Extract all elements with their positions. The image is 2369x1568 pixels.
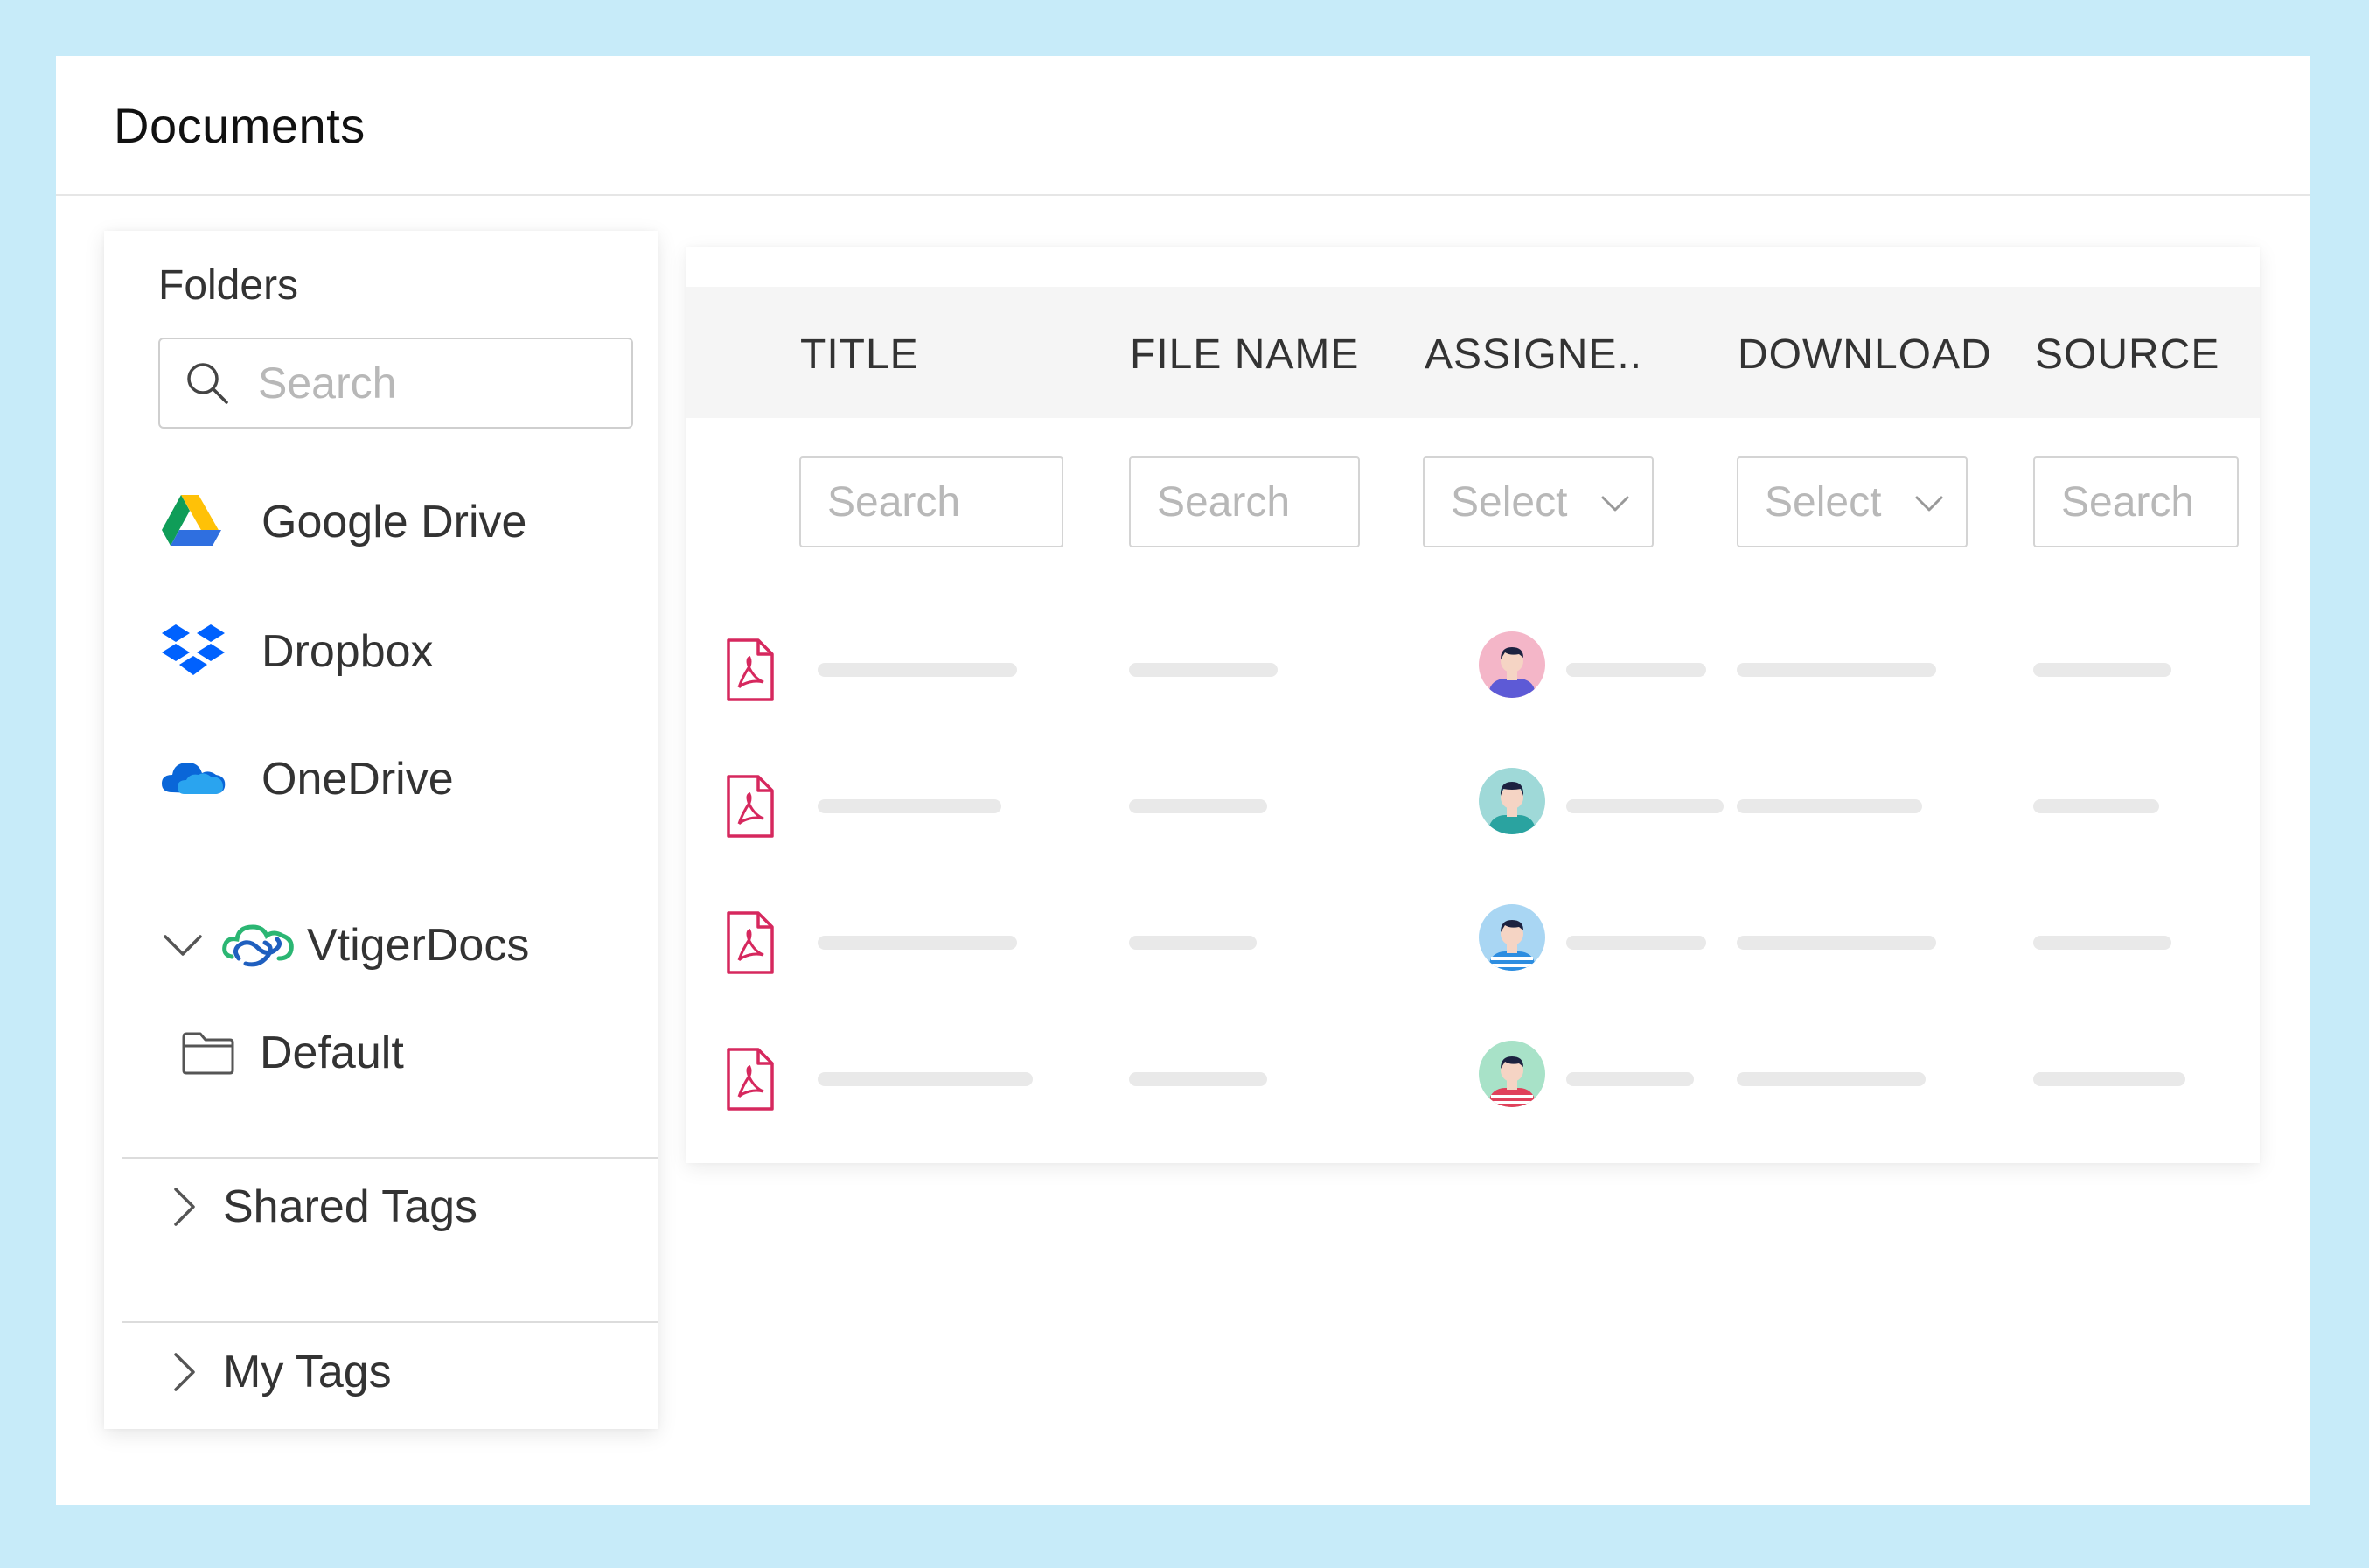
table-row[interactable] xyxy=(686,756,2260,861)
download-placeholder xyxy=(1737,936,1936,950)
pdf-icon xyxy=(727,638,774,701)
title-placeholder xyxy=(818,1072,1033,1086)
pdf-icon xyxy=(727,775,774,838)
download-placeholder xyxy=(1737,799,1922,813)
page-header: Documents xyxy=(56,56,2310,196)
documents-window: Documents Folders Google Drive xyxy=(56,56,2310,1505)
onedrive-icon xyxy=(162,763,226,794)
column-header-title[interactable]: TITLE xyxy=(800,331,919,379)
vtigerdocs-icon xyxy=(222,924,294,967)
sidebar-item-onedrive[interactable]: OneDrive xyxy=(158,749,454,810)
source-placeholder xyxy=(2033,799,2159,813)
download-filter-value: Select xyxy=(1765,478,1882,526)
sidebar-item-vtigerdocs[interactable]: VtigerDocs xyxy=(158,915,529,976)
sidebar-item-label: OneDrive xyxy=(261,754,454,805)
avatar-image xyxy=(1479,1041,1545,1107)
chevron-right-icon xyxy=(174,1188,195,1226)
title-placeholder xyxy=(818,936,1017,950)
sidebar-item-label: Dropbox xyxy=(261,626,434,677)
sidebar-item-my-tags[interactable]: My Tags xyxy=(165,1346,392,1398)
chevron-down-icon xyxy=(1601,496,1629,512)
sidebar-item-label: VtigerDocs xyxy=(307,920,530,971)
column-header-file-name[interactable]: FILE NAME xyxy=(1130,331,1359,379)
assignee-filter-value: Select xyxy=(1451,478,1568,526)
sidebar-item-google-drive[interactable]: Google Drive xyxy=(158,491,526,553)
dropbox-icon xyxy=(162,624,225,675)
source-placeholder xyxy=(2033,1072,2185,1086)
pdf-icon xyxy=(727,911,774,974)
chevron-down-icon xyxy=(1915,496,1943,512)
source-filter-input[interactable]: Search xyxy=(2033,456,2239,547)
assignee-avatar xyxy=(1479,631,1545,698)
folders-sidebar: Folders Google Drive xyxy=(104,231,658,1429)
folder-item-default[interactable]: Default xyxy=(181,1027,404,1079)
assignee-placeholder xyxy=(1566,936,1706,950)
folder-label: Default xyxy=(260,1028,404,1078)
pdf-icon xyxy=(727,1048,774,1111)
file-name-placeholder xyxy=(1129,936,1257,950)
folder-search-input[interactable] xyxy=(258,358,608,408)
avatar-image xyxy=(1479,631,1545,698)
search-icon xyxy=(187,363,228,404)
assignee-avatar xyxy=(1479,768,1545,834)
folders-heading: Folders xyxy=(158,262,299,309)
page-title: Documents xyxy=(114,97,366,153)
download-filter-select[interactable]: Select xyxy=(1737,456,1968,547)
assignee-avatar xyxy=(1479,1041,1545,1107)
divider xyxy=(122,1157,658,1159)
assignee-placeholder xyxy=(1566,1072,1694,1086)
download-placeholder xyxy=(1737,1072,1926,1086)
divider xyxy=(122,1321,658,1323)
folder-icon xyxy=(182,1032,234,1075)
column-header-source[interactable]: SOURCE xyxy=(2035,331,2219,379)
assignee-placeholder xyxy=(1566,663,1706,677)
file-name-placeholder xyxy=(1129,799,1267,813)
chevron-right-icon xyxy=(174,1353,195,1391)
chevron-down-icon[interactable] xyxy=(158,921,207,970)
title-placeholder xyxy=(818,799,1001,813)
source-placeholder xyxy=(2033,936,2171,950)
table-row[interactable] xyxy=(686,1028,2260,1133)
avatar-image xyxy=(1479,768,1545,834)
download-placeholder xyxy=(1737,663,1936,677)
sidebar-item-label: Google Drive xyxy=(261,497,527,547)
column-header-download[interactable]: DOWNLOAD xyxy=(1738,331,1992,379)
shared-tags-label: Shared Tags xyxy=(223,1181,478,1232)
table-row[interactable] xyxy=(686,619,2260,724)
table-row[interactable] xyxy=(686,892,2260,997)
google-drive-icon xyxy=(162,495,221,546)
column-header-assignee[interactable]: ASSIGNE.. xyxy=(1425,331,1642,379)
avatar-image xyxy=(1479,904,1545,971)
sidebar-item-shared-tags[interactable]: Shared Tags xyxy=(165,1181,477,1233)
assignee-avatar xyxy=(1479,904,1545,971)
title-placeholder xyxy=(818,663,1017,677)
source-placeholder xyxy=(2033,663,2171,677)
file-name-placeholder xyxy=(1129,1072,1267,1086)
sidebar-item-dropbox[interactable]: Dropbox xyxy=(158,621,434,682)
title-filter-input[interactable]: Search xyxy=(799,456,1063,547)
assignee-placeholder xyxy=(1566,799,1724,813)
my-tags-label: My Tags xyxy=(223,1347,392,1397)
documents-table: TITLE FILE NAME ASSIGNE.. DOWNLOAD SOURC… xyxy=(686,247,2260,1163)
file-name-filter-input[interactable]: Search xyxy=(1129,456,1360,547)
file-name-placeholder xyxy=(1129,663,1278,677)
assignee-filter-select[interactable]: Select xyxy=(1423,456,1654,547)
table-header: TITLE FILE NAME ASSIGNE.. DOWNLOAD SOURC… xyxy=(686,287,2260,418)
folder-search-box[interactable] xyxy=(158,338,633,429)
